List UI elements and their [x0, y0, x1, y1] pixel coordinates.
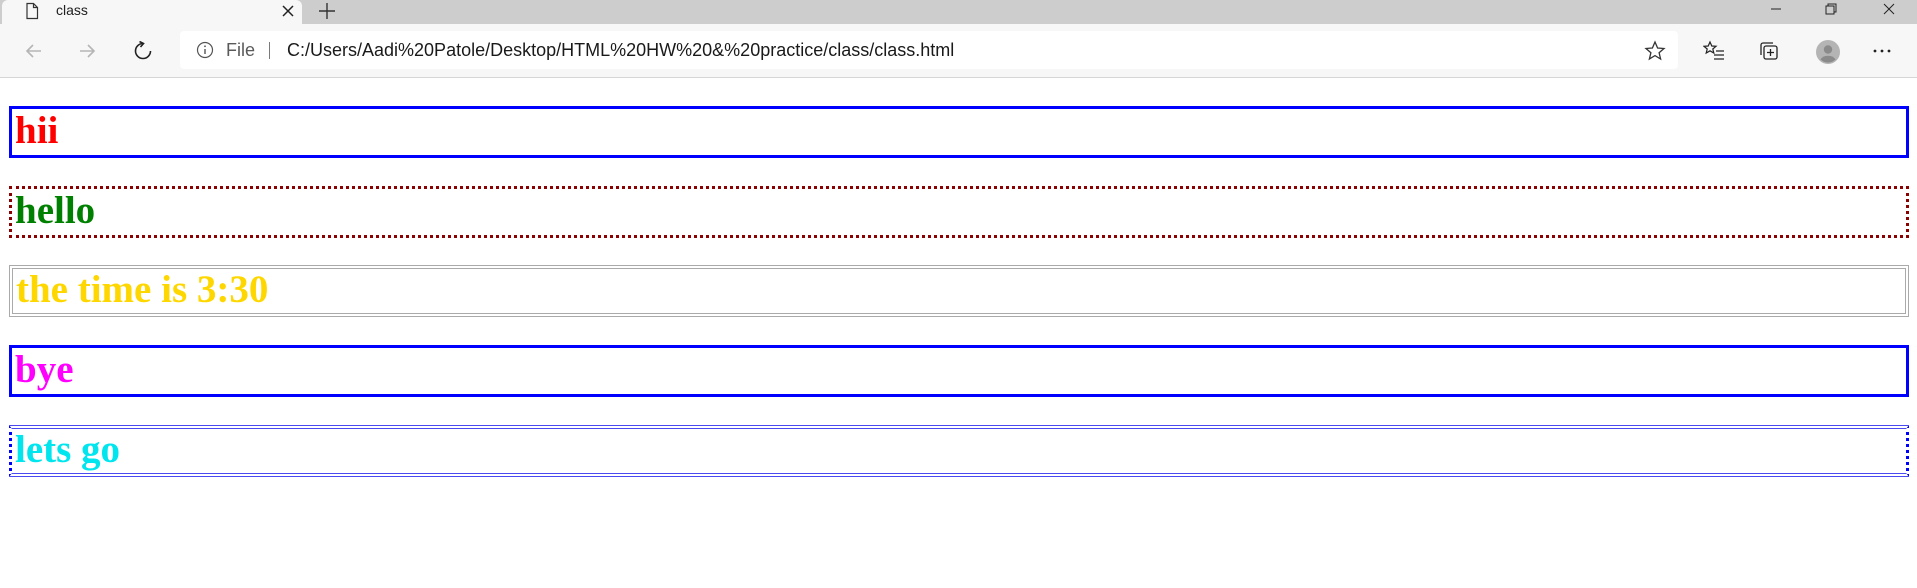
- favorites-list-icon[interactable]: [1697, 34, 1731, 68]
- scheme-label: File: [226, 40, 256, 60]
- tab-active[interactable]: class: [2, 0, 302, 24]
- browser-toolbar: File C:/Users/Aadi%20Patole/Desktop/HTML…: [0, 24, 1917, 78]
- info-icon[interactable]: [196, 41, 214, 59]
- tab-title: class: [56, 2, 88, 18]
- page-content: hii hello the time is 3:30 bye lets go: [0, 79, 1917, 588]
- document-icon: [23, 2, 41, 20]
- minimize-icon[interactable]: [1753, 0, 1799, 20]
- heading-box-time: the time is 3:30: [9, 265, 1909, 317]
- more-icon[interactable]: [1865, 34, 1899, 68]
- address-bar[interactable]: File C:/Users/Aadi%20Patole/Desktop/HTML…: [180, 31, 1678, 69]
- profile-avatar-icon[interactable]: [1810, 34, 1844, 68]
- heading-box-hello: hello: [9, 186, 1909, 238]
- heading-box-lets-go: lets go: [9, 425, 1909, 477]
- collections-icon[interactable]: [1752, 34, 1786, 68]
- heading-box-hii: hii: [9, 106, 1909, 158]
- refresh-icon[interactable]: [126, 34, 160, 68]
- back-arrow-icon[interactable]: [17, 34, 51, 68]
- restore-icon[interactable]: [1808, 0, 1854, 20]
- tab-strip: class: [0, 0, 1917, 24]
- url-text[interactable]: C:/Users/Aadi%20Patole/Desktop/HTML%20HW…: [287, 31, 954, 69]
- new-tab-plus-icon[interactable]: [315, 0, 339, 22]
- address-separator: [269, 42, 270, 59]
- window-close-icon[interactable]: [1866, 0, 1912, 20]
- heading-box-bye: bye: [9, 345, 1909, 397]
- tab-close-icon[interactable]: [278, 1, 298, 21]
- forward-arrow-icon[interactable]: [70, 34, 104, 68]
- favorite-star-icon[interactable]: [1644, 40, 1666, 62]
